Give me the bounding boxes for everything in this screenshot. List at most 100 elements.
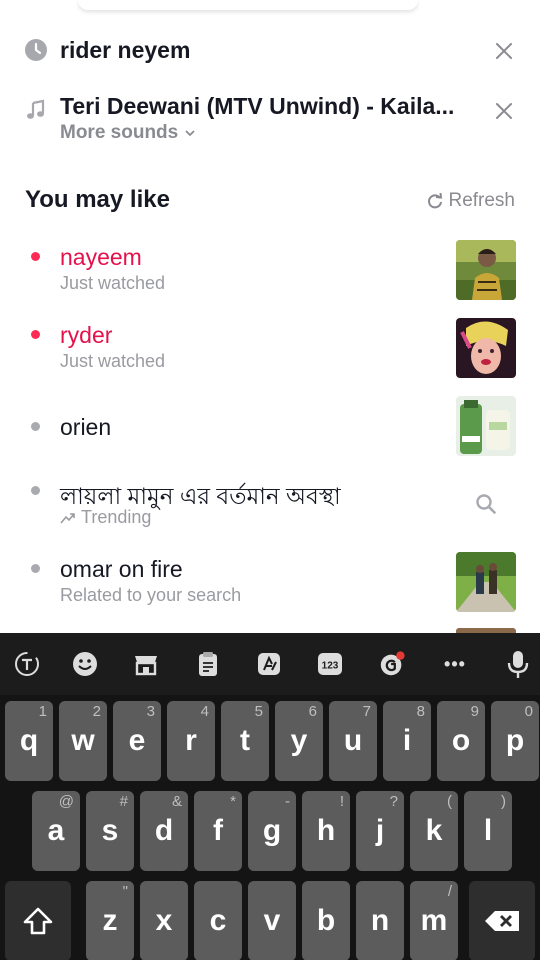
shift-icon bbox=[23, 907, 53, 935]
close-icon[interactable] bbox=[492, 39, 516, 63]
suggestion-thumbnail bbox=[456, 396, 516, 456]
key-j[interactable]: j? bbox=[356, 791, 404, 871]
key-k[interactable]: k( bbox=[410, 791, 458, 871]
clock-icon bbox=[25, 39, 47, 61]
key-hint: 5 bbox=[254, 703, 263, 720]
suggestion-item[interactable]: omar on fire Related to your search bbox=[0, 544, 540, 622]
more-icon[interactable]: ••• bbox=[441, 650, 469, 678]
translate-icon[interactable] bbox=[255, 650, 283, 678]
key-label: f bbox=[213, 814, 223, 847]
key-label: z bbox=[102, 904, 118, 937]
history-item[interactable]: rider neyem bbox=[0, 20, 540, 80]
key-d[interactable]: d & bbox=[140, 791, 188, 871]
suggestion-dot bbox=[31, 564, 40, 573]
suggestion-item[interactable]: লায়লা মামুন এর বর্তমান অবস্থা Trending bbox=[0, 466, 540, 544]
backspace-key[interactable] bbox=[469, 881, 535, 960]
suggestion-sub: Trending bbox=[60, 507, 151, 528]
trending-icon bbox=[60, 512, 75, 524]
suggestion-thumbnail bbox=[456, 318, 516, 378]
key-hint: * bbox=[230, 793, 236, 810]
keyboard: 123 ••• q1w2e3r4t5y6u7i8o9p0 a @ s # d & f * g - h… bbox=[0, 633, 540, 960]
suggestion-item[interactable]: orien bbox=[0, 388, 540, 466]
suggestion-label: nayeem bbox=[60, 244, 142, 270]
key-n[interactable]: n bbox=[356, 881, 404, 960]
history-item-label: Teri Deewani (MTV Unwind) - Kaila... bbox=[60, 93, 455, 119]
suggestion-dot bbox=[31, 422, 40, 431]
search-bar[interactable] bbox=[78, 0, 418, 10]
emoji-icon[interactable] bbox=[71, 650, 99, 678]
key-p[interactable]: p0 bbox=[491, 701, 539, 781]
key-hint: 3 bbox=[146, 703, 155, 720]
key-g[interactable]: g- bbox=[248, 791, 296, 871]
suggestion-thumbnail bbox=[456, 552, 516, 612]
key-hint: 2 bbox=[92, 703, 101, 720]
key-a[interactable]: a @ bbox=[32, 791, 80, 871]
key-i[interactable]: i8 bbox=[383, 701, 431, 781]
key-hint: 7 bbox=[362, 703, 371, 720]
key-label: r bbox=[185, 724, 197, 757]
key-b[interactable]: b bbox=[302, 881, 350, 960]
store-icon[interactable] bbox=[132, 650, 160, 678]
key-z[interactable]: z " bbox=[86, 881, 134, 960]
key-label: x bbox=[155, 904, 173, 937]
microphone-icon[interactable] bbox=[504, 650, 532, 678]
key-label: d bbox=[154, 814, 174, 847]
grammar-icon[interactable] bbox=[378, 650, 406, 678]
close-icon[interactable] bbox=[492, 99, 516, 123]
key-label: q bbox=[19, 724, 39, 757]
history-item-label: rider neyem bbox=[60, 37, 191, 63]
refresh-icon bbox=[428, 192, 443, 209]
key-hint: ( bbox=[447, 793, 452, 810]
numbers-icon[interactable]: 123 bbox=[316, 650, 344, 678]
key-t[interactable]: t5 bbox=[221, 701, 269, 781]
clipboard-icon[interactable] bbox=[194, 650, 222, 678]
shift-key[interactable] bbox=[5, 881, 71, 960]
key-hint: 9 bbox=[470, 703, 479, 720]
search-icon[interactable] bbox=[475, 493, 497, 515]
key-hint: # bbox=[119, 793, 128, 810]
key-u[interactable]: u7 bbox=[329, 701, 377, 781]
suggestion-item[interactable]: ryder Just watched bbox=[0, 310, 540, 388]
key-hint: / bbox=[447, 883, 452, 900]
suggestion-thumbnail bbox=[456, 240, 516, 300]
key-hint: ? bbox=[389, 793, 398, 810]
suggestion-item[interactable]: nayeem Just watched bbox=[0, 232, 540, 310]
backspace-icon bbox=[485, 911, 519, 931]
key-hint: @ bbox=[58, 793, 74, 810]
key-l[interactable]: l) bbox=[464, 791, 512, 871]
key-c[interactable]: c bbox=[194, 881, 242, 960]
text-mode-icon[interactable] bbox=[13, 650, 41, 678]
key-q[interactable]: q1 bbox=[5, 701, 53, 781]
key-label: b bbox=[316, 904, 336, 937]
refresh-button[interactable]: Refresh bbox=[426, 190, 515, 212]
key-hint: 4 bbox=[200, 703, 209, 720]
suggestion-dot bbox=[31, 486, 40, 495]
key-label: y bbox=[290, 724, 308, 757]
key-f[interactable]: f * bbox=[194, 791, 242, 871]
key-label: i bbox=[402, 724, 412, 757]
key-s[interactable]: s # bbox=[86, 791, 134, 871]
key-label: w bbox=[71, 724, 95, 757]
key-label: t bbox=[240, 724, 250, 757]
refresh-label: Refresh bbox=[448, 190, 515, 211]
suggestion-sub-label: Trending bbox=[81, 507, 152, 527]
suggestion-sub: Related to your search bbox=[60, 585, 242, 605]
key-e[interactable]: e3 bbox=[113, 701, 161, 781]
more-sounds-link[interactable]: More sounds bbox=[60, 122, 196, 144]
history-item[interactable]: Teri Deewani (MTV Unwind) - Kaila... Mor… bbox=[0, 80, 540, 150]
key-label: e bbox=[128, 724, 146, 757]
key-hint: ) bbox=[501, 793, 506, 810]
key-v[interactable]: v bbox=[248, 881, 296, 960]
key-o[interactable]: o9 bbox=[437, 701, 485, 781]
key-h[interactable]: h! bbox=[302, 791, 350, 871]
key-r[interactable]: r4 bbox=[167, 701, 215, 781]
key-label: s bbox=[101, 814, 119, 847]
key-label: u bbox=[343, 724, 363, 757]
key-hint: ! bbox=[339, 793, 344, 810]
key-x[interactable]: x bbox=[140, 881, 188, 960]
key-m[interactable]: m / bbox=[410, 881, 458, 960]
key-w[interactable]: w2 bbox=[59, 701, 107, 781]
suggestion-dot bbox=[31, 252, 40, 261]
key-y[interactable]: y6 bbox=[275, 701, 323, 781]
suggestion-sub: Just watched bbox=[60, 351, 166, 371]
